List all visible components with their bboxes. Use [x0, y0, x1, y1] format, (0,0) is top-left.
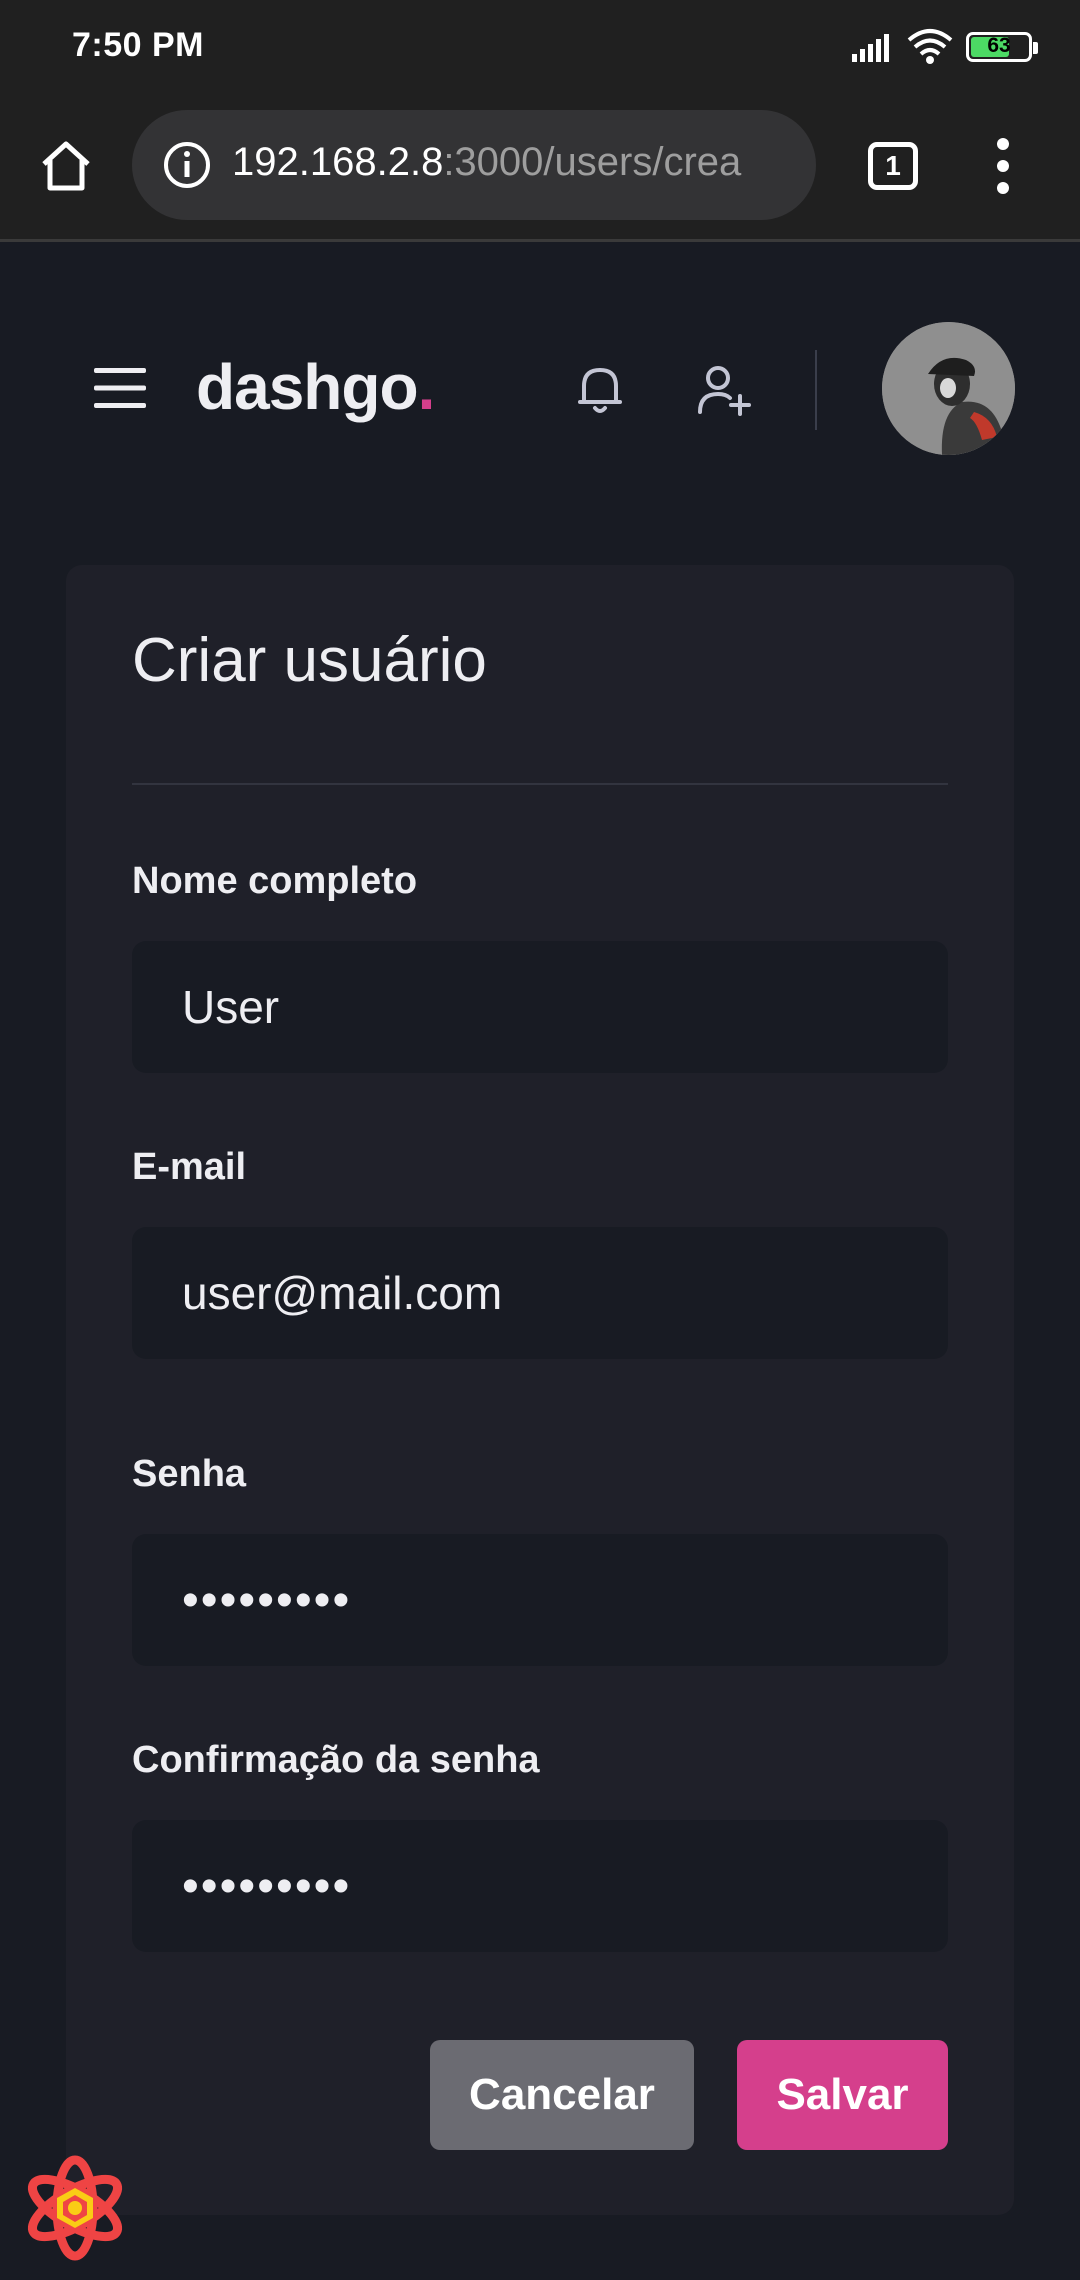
- logo-text: dashgo: [196, 351, 419, 423]
- add-user-icon[interactable]: [692, 358, 756, 422]
- password-label: Senha: [132, 1453, 247, 1495]
- cancel-button[interactable]: Cancelar: [430, 2040, 694, 2150]
- page-title: Criar usuário: [132, 626, 487, 695]
- hamburger-menu-icon[interactable]: [94, 366, 146, 410]
- name-field[interactable]: User: [132, 941, 948, 1073]
- password-confirmation-field[interactable]: •••••••••: [132, 1820, 948, 1952]
- create-user-card: Criar usuário Nome completo User E-mail …: [66, 565, 1014, 2215]
- signal-icon: [852, 34, 889, 62]
- logo-dot: .: [417, 351, 436, 423]
- avatar[interactable]: [882, 322, 1015, 455]
- address-bar[interactable]: 192.168.2.8:3000/users/crea: [132, 110, 816, 220]
- avatar-image: [882, 322, 1015, 455]
- url-text[interactable]: 192.168.2.8:3000/users/crea: [232, 140, 802, 185]
- title-divider: [132, 783, 948, 785]
- save-button[interactable]: Salvar: [737, 2040, 948, 2150]
- email-field[interactable]: user@mail.com: [132, 1227, 948, 1359]
- more-menu-icon[interactable]: [990, 136, 1016, 196]
- battery-icon: 63: [966, 32, 1038, 62]
- home-icon[interactable]: [36, 136, 96, 196]
- tab-switcher-button[interactable]: 1: [868, 142, 918, 190]
- url-host: 192.168.2.8: [232, 140, 444, 184]
- wifi-icon: [907, 29, 953, 64]
- browser-toolbar: 192.168.2.8:3000/users/crea 1: [0, 96, 1080, 242]
- battery-level: 63: [987, 34, 1011, 57]
- password-field[interactable]: •••••••••: [132, 1534, 948, 1666]
- status-bar: 7:50 PM 63: [0, 0, 1080, 96]
- status-time: 7:50 PM: [72, 26, 204, 64]
- info-icon[interactable]: [162, 140, 212, 190]
- logo: dashgo.: [196, 350, 436, 424]
- password-confirmation-label: Confirmação da senha: [132, 1739, 540, 1781]
- header-divider: [815, 350, 817, 430]
- url-path: :3000/users/crea: [443, 140, 742, 184]
- notification-bell-icon[interactable]: [568, 358, 632, 422]
- name-label: Nome completo: [132, 860, 418, 902]
- react-query-devtools-icon[interactable]: [22, 2155, 128, 2261]
- email-label: E-mail: [132, 1146, 247, 1188]
